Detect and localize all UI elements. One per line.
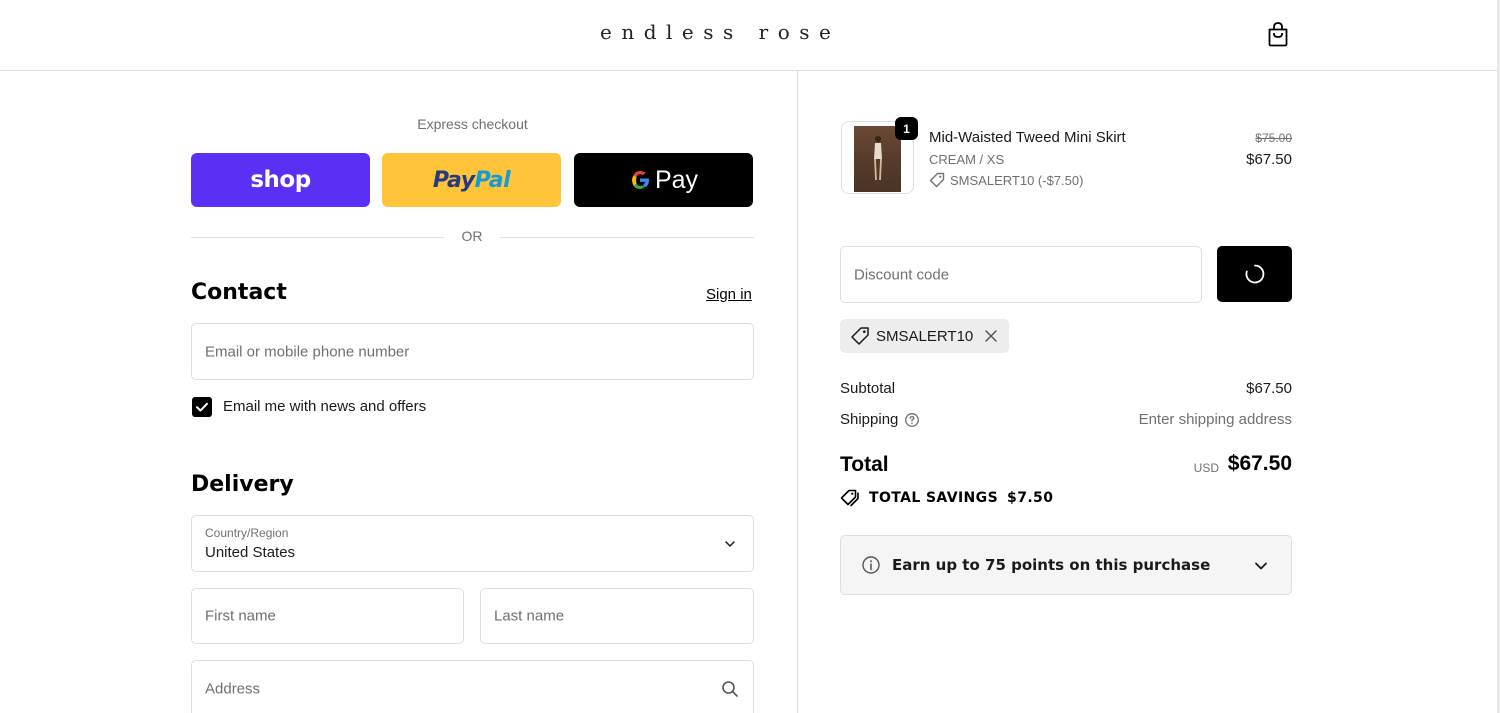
original-price: $75.00	[1255, 131, 1292, 145]
close-icon[interactable]	[983, 328, 999, 344]
site-header: endless rose	[0, 0, 1500, 71]
total-label: Total	[840, 453, 889, 476]
help-icon[interactable]	[904, 412, 920, 428]
sign-in-link[interactable]: Sign in	[706, 286, 752, 303]
discount-code-placeholder: Discount code	[854, 266, 950, 283]
country-value: United States	[205, 544, 296, 561]
contact-heading: Contact	[191, 280, 287, 305]
product-name: Mid-Waisted Tweed Mini Skirt	[929, 129, 1126, 146]
chevron-down-icon	[725, 541, 735, 547]
shipping-value: Enter shipping address	[1138, 411, 1292, 428]
total-savings-label: TOTAL SAVINGS	[869, 490, 999, 506]
shop-pay-button[interactable]: shop	[191, 153, 370, 207]
shop-pay-label: shop	[250, 167, 311, 193]
loyalty-points-text: Earn up to 75 points on this purchase	[892, 556, 1211, 574]
newsletter-label: Email me with news and offers	[223, 398, 427, 415]
total-savings: TOTAL SAVINGS $7.50	[840, 489, 1053, 507]
address-placeholder: Address	[205, 680, 261, 698]
search-icon[interactable]	[721, 680, 739, 698]
product-discount-label: SMSALERT10 (-$7.50)	[950, 172, 1084, 188]
last-name-field[interactable]: Last name	[480, 588, 754, 644]
google-g-icon	[631, 171, 649, 189]
or-divider-right	[500, 237, 754, 238]
tag-icon	[851, 327, 869, 345]
product-image	[854, 126, 901, 192]
product-figure	[874, 136, 882, 181]
brand-logo[interactable]: endless rose	[600, 20, 840, 44]
first-name-placeholder: First name	[205, 607, 276, 625]
apply-discount-button[interactable]	[1217, 246, 1292, 302]
subtotal-label: Subtotal	[840, 380, 896, 397]
express-checkout-title: Express checkout	[417, 116, 528, 132]
paypal-button[interactable]: PayPal	[382, 153, 561, 207]
google-pay-label: Pay	[654, 165, 699, 194]
applied-discount-code: SMSALERT10	[876, 327, 974, 345]
loading-spinner-icon	[1245, 264, 1264, 284]
email-field[interactable]: Email or mobile phone number	[191, 323, 754, 380]
checkmark-icon	[196, 402, 208, 412]
country-select[interactable]: Country/Region United States	[191, 515, 754, 572]
total-currency: USD	[1193, 461, 1219, 475]
applied-discount-chip: SMSALERT10	[840, 319, 1010, 353]
shipping-row: Shipping	[840, 411, 920, 428]
shopping-bag-icon[interactable]	[1266, 21, 1290, 47]
total-savings-value: $7.50	[1007, 490, 1054, 506]
shipping-label: Shipping	[840, 411, 899, 428]
product-discount: SMSALERT10 (-$7.50)	[929, 172, 1083, 188]
quantity-badge: 1	[895, 117, 918, 140]
first-name-field[interactable]: First name	[191, 588, 464, 644]
subtotal-value: $67.50	[1246, 380, 1292, 397]
discount-code-field[interactable]: Discount code	[840, 246, 1202, 303]
delivery-heading: Delivery	[191, 472, 294, 497]
sale-price: $67.50	[1246, 151, 1292, 168]
paypal-logo: PayPal	[432, 167, 511, 193]
tags-icon	[840, 489, 859, 507]
tag-icon	[929, 172, 945, 188]
or-divider-label: OR	[461, 228, 483, 244]
chevron-down-icon	[1255, 562, 1267, 570]
total-value: $67.50	[1227, 452, 1292, 475]
product-variant: CREAM / XS	[929, 152, 1005, 167]
loyalty-points-accordion[interactable]: Earn up to 75 points on this purchase	[840, 535, 1292, 595]
address-field[interactable]: Address	[191, 660, 754, 713]
info-icon	[862, 556, 880, 574]
email-placeholder: Email or mobile phone number	[205, 343, 410, 360]
last-name-placeholder: Last name	[494, 607, 565, 625]
country-label: Country/Region	[205, 526, 289, 540]
newsletter-checkbox[interactable]	[192, 397, 212, 417]
google-pay-button[interactable]: Pay	[574, 153, 753, 207]
or-divider-left	[191, 237, 444, 238]
